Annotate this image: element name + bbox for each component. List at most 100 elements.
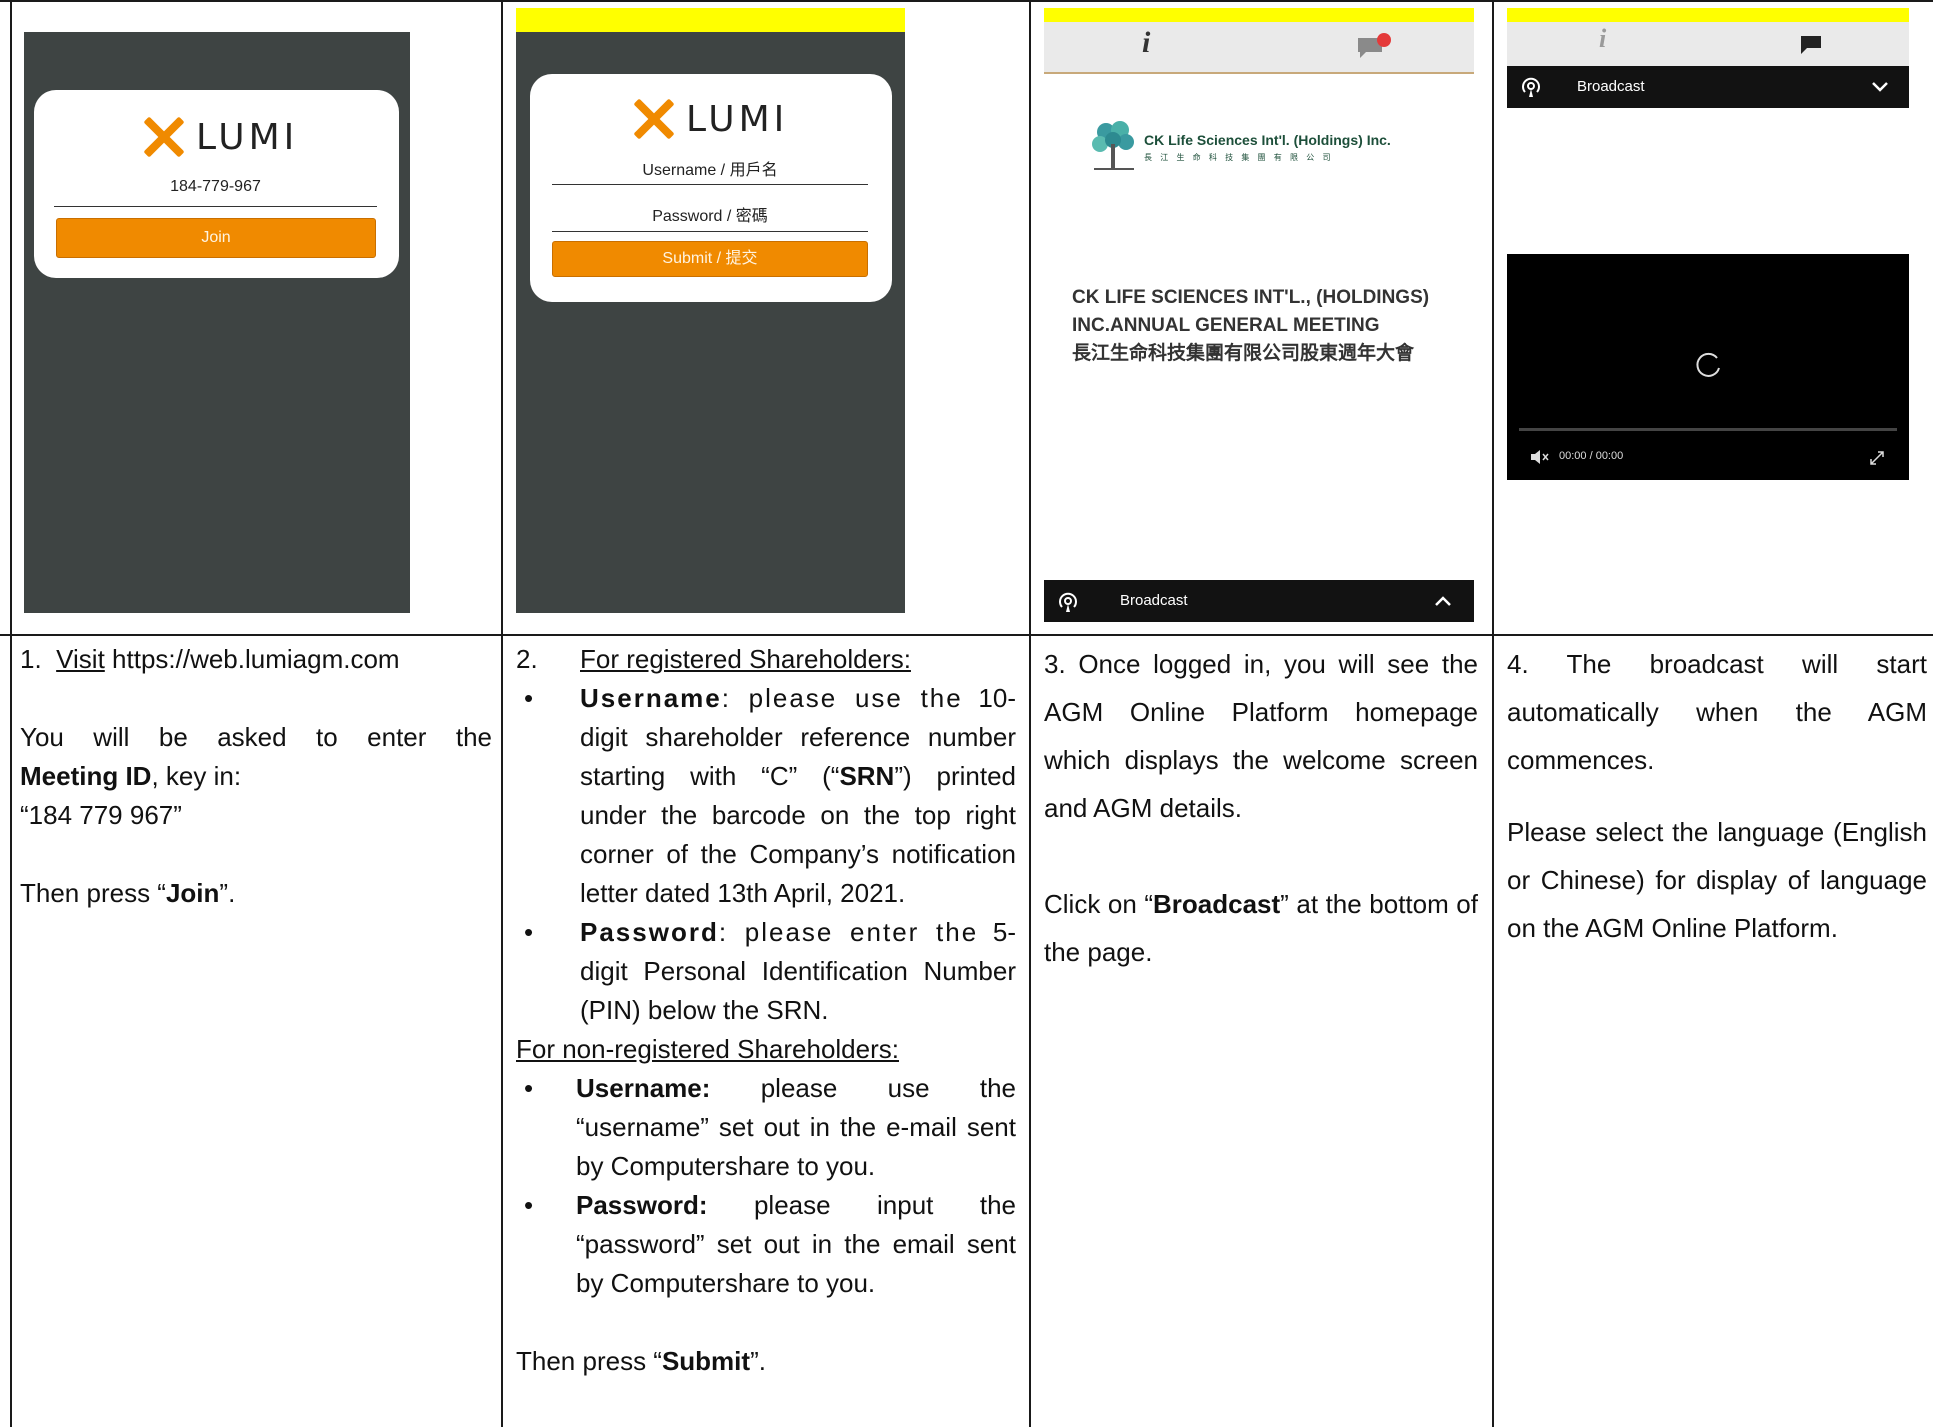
password-label: Password (580, 917, 719, 947)
fullscreen-icon[interactable] (1867, 448, 1887, 468)
meeting-id-quoted: “184 779 967” (20, 800, 182, 830)
submit-end: ”. (750, 1346, 766, 1376)
meeting-id-value: 184-779-967 (170, 178, 261, 195)
username-label: Username (580, 683, 722, 713)
step-2-submit-line: Then press “Submit”. (516, 1342, 1016, 1381)
lumi-logo: LUMI (630, 96, 788, 142)
top-nav-bar: i (1507, 22, 1909, 66)
lumi-logo-text: LUMI (196, 116, 299, 158)
row-divider (0, 634, 1933, 636)
meeting-title-line-3: 長江生命科技集團有限公司股東週年大會 (1072, 343, 1415, 364)
lumi-x-icon (630, 96, 676, 142)
step-1-text: 1. Visit https://web.lumiagm.com You wil… (20, 640, 492, 913)
lumi-login-screen: LUMI Username / 用戶名 Password / 密碼 Submit… (516, 32, 905, 613)
join-button[interactable]: Join (56, 218, 376, 258)
nonregistered-password-item: Password: please input the “password” se… (516, 1186, 1016, 1303)
meeting-id-label: Meeting ID (20, 761, 152, 791)
table-border-top (0, 0, 1933, 2)
username-placeholder: Username / 用戶名 (642, 162, 778, 179)
table-border-left (10, 0, 12, 1427)
username-field[interactable]: Username / 用戶名 (552, 156, 868, 180)
step-1-number: 1. (20, 644, 42, 674)
step-1-asked: You will be asked to enter the (20, 722, 492, 752)
video-player[interactable]: 00:00 / 00:00 (1507, 254, 1909, 480)
password-underline (552, 231, 868, 232)
top-nav-bar: i (1044, 22, 1474, 74)
step-4-paragraph-2: Please select the language (English or C… (1507, 817, 1927, 943)
meeting-id-field[interactable]: 184-779-967 (54, 178, 377, 196)
password-placeholder: Password / 密碼 (652, 208, 768, 225)
srn-word: SRN (839, 761, 895, 791)
company-logo-chinese: 長 江 生 命 科 技 集 團 有 限 公 司 (1144, 153, 1334, 162)
username-underline (552, 184, 868, 185)
username-text-a: : please use the (721, 683, 963, 713)
highlight-bar (516, 8, 905, 32)
broadcast-label: Broadcast (1120, 592, 1188, 609)
chat-icon[interactable] (1799, 32, 1825, 56)
column-divider-1 (501, 0, 503, 1427)
broadcast-bar[interactable]: Broadcast (1507, 66, 1909, 108)
lumi-join-screen: LUMI 184-779-967 Join (24, 32, 410, 613)
click-on-text: Click on “ (1044, 889, 1153, 919)
registered-heading: For registered Shareholders: (580, 644, 911, 674)
column-divider-2 (1029, 0, 1031, 1427)
step-4-paragraph-1: 4. The broadcast will start automaticall… (1507, 649, 1927, 775)
password-text-a: : please enter the (718, 917, 979, 947)
lumi-logo-text: LUMI (686, 98, 789, 140)
step-3-text: 3. Once logged in, you will see the AGM … (1044, 640, 1478, 976)
loading-spinner-icon (1696, 352, 1720, 377)
chat-notification-icon[interactable] (1356, 32, 1392, 62)
meeting-title: CK LIFE SCIENCES INT'L., (HOLDINGS) INC.… (1072, 284, 1472, 368)
step-1-meeting-id-line: Meeting ID, key in: (20, 757, 492, 796)
join-word: Join (165, 878, 220, 908)
step-4-text: 4. The broadcast will start automaticall… (1507, 640, 1927, 952)
meeting-title-line-2: INC.ANNUAL GENERAL MEETING (1072, 315, 1380, 336)
step-3-paragraph-1: 3. Once logged in, you will see the AGM … (1044, 649, 1478, 823)
registered-username-item: Username: please use the 10-digit shareh… (516, 679, 1016, 913)
password-field[interactable]: Password / 密碼 (552, 202, 868, 226)
company-logo: CK Life Sciences Int'l. (Holdings) Inc. … (1086, 118, 1406, 178)
lumi-x-icon (140, 114, 186, 160)
broadcast-word: Broadcast (1153, 889, 1281, 919)
chevron-up-icon[interactable] (1434, 594, 1452, 608)
broadcast-label: Broadcast (1577, 78, 1645, 95)
video-progress-track[interactable] (1519, 428, 1897, 431)
broadcast-bar[interactable]: Broadcast (1044, 580, 1474, 622)
video-time: 00:00 / 00:00 (1559, 450, 1624, 462)
nr-password-label: Password: (576, 1190, 708, 1220)
info-icon[interactable]: i (1142, 26, 1150, 60)
registered-bullets: Username: please use the 10-digit shareh… (516, 679, 1016, 1030)
key-in-text: , key in: (151, 761, 242, 791)
broadcast-icon (1522, 77, 1540, 97)
submit-word: Submit (661, 1346, 751, 1376)
lumi-url[interactable]: https://web.lumiagm.com (112, 644, 400, 674)
step-1-join-line: Then press “Join”. (20, 874, 492, 913)
submit-button-label: Submit / 提交 (662, 250, 758, 267)
nonregistered-username-item: Username: please use the “username” set … (516, 1069, 1016, 1186)
lumi-logo: LUMI (140, 114, 298, 160)
broadcast-screen: i Broadcast 00:00 / 00:00 (1507, 22, 1909, 482)
join-card: LUMI 184-779-967 Join (34, 90, 399, 278)
nr-username-label: Username: (576, 1073, 711, 1103)
column-divider-3 (1492, 0, 1494, 1427)
submit-button[interactable]: Submit / 提交 (552, 241, 868, 277)
then-press-text: Then press “ (20, 878, 166, 908)
info-icon[interactable]: i (1599, 24, 1606, 54)
meeting-title-line-1: CK LIFE SCIENCES INT'L., (HOLDINGS) (1072, 287, 1430, 308)
company-logo-text: CK Life Sciences Int'l. (Holdings) Inc. (1144, 132, 1391, 148)
nonregistered-bullets: Username: please use the “username” set … (516, 1069, 1016, 1303)
highlight-bar (1507, 8, 1909, 22)
mute-icon[interactable] (1529, 448, 1551, 466)
agm-home-screen: i CK Life Sciences Int'l. (Holdings) Inc… (1044, 22, 1474, 622)
nonregistered-heading: For non-registered Shareholders: (516, 1034, 899, 1064)
broadcast-icon (1059, 592, 1077, 612)
step-2-heading: 2. For registered Shareholders: (516, 640, 1016, 679)
registered-password-item: Password: please enter the 5-digit Perso… (516, 913, 1016, 1030)
step-1-line-1: 1. Visit https://web.lumiagm.com (20, 640, 492, 679)
login-card: LUMI Username / 用戶名 Password / 密碼 Submit… (530, 74, 892, 302)
then-press-text: Then press “ (516, 1346, 662, 1376)
tree-logo-icon (1092, 121, 1134, 170)
chevron-down-icon[interactable] (1871, 80, 1889, 94)
step-3-paragraph-2: Click on “Broadcast” at the bottom of th… (1044, 880, 1478, 976)
meeting-id-underline (54, 206, 377, 207)
